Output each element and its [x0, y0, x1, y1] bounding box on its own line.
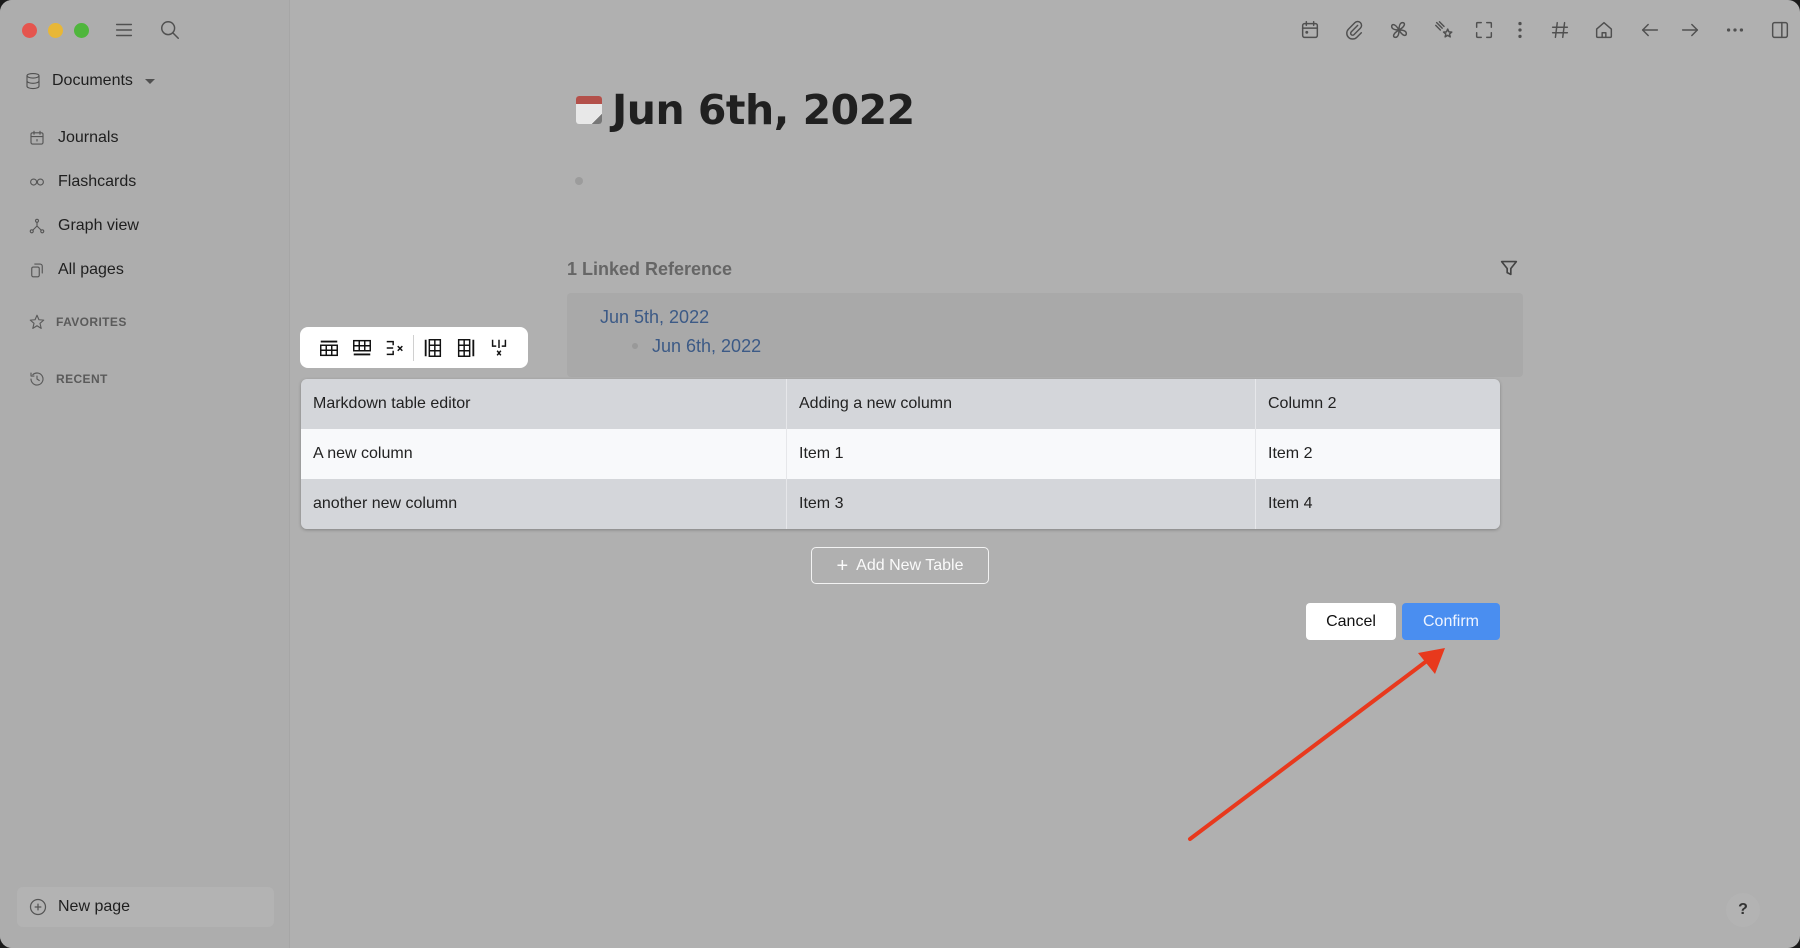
- sidebar-item-label: Flashcards: [58, 173, 137, 190]
- calendar-icon: [30, 130, 44, 145]
- zoom-window-button[interactable]: [74, 23, 89, 38]
- table-editor-toolbar: [300, 327, 528, 368]
- annotation-arrow-shaft: [1188, 658, 1430, 841]
- linked-references-heading[interactable]: 1 Linked Reference: [567, 259, 732, 280]
- insert-column-right-icon: [457, 338, 474, 357]
- fullscreen-icon[interactable]: [1472, 18, 1496, 42]
- app-window: Documents Journals Flashcards Graph view…: [0, 0, 1800, 948]
- page-title-text[interactable]: Jun 6th, 2022: [612, 86, 915, 134]
- linked-reference-item: Jun 5th, 2022 Jun 6th, 2022: [567, 293, 1523, 377]
- table-cell[interactable]: Item 3: [787, 479, 1256, 529]
- minimize-window-button[interactable]: [48, 23, 63, 38]
- reference-parent-link[interactable]: Jun 5th, 2022: [600, 307, 709, 328]
- sidebar-item-flashcards[interactable]: Flashcards: [28, 160, 139, 204]
- arrow-left-icon[interactable]: [1638, 18, 1662, 42]
- table-cell[interactable]: Item 4: [1256, 479, 1500, 529]
- workspace-selector[interactable]: Documents: [24, 72, 155, 90]
- sidebar-item-label: Graph view: [58, 217, 139, 234]
- home-icon[interactable]: [1592, 18, 1616, 42]
- sidebar-item-label: Journals: [58, 129, 119, 146]
- insert-column-right-button[interactable]: [449, 334, 482, 362]
- arrow-right-icon[interactable]: [1678, 18, 1702, 42]
- shooting-star-icon[interactable]: [1432, 18, 1456, 42]
- markdown-table: Markdown table editor Adding a new colum…: [301, 379, 1500, 529]
- sidebar-item-all-pages[interactable]: All pages: [28, 248, 139, 292]
- cancel-button[interactable]: Cancel: [1306, 603, 1396, 640]
- search-icon[interactable]: [158, 18, 182, 42]
- sidebar-item-label: All pages: [58, 261, 124, 278]
- table-cell[interactable]: another new column: [301, 479, 787, 529]
- insert-row-above-icon: [319, 340, 338, 356]
- hash-icon[interactable]: [1548, 18, 1572, 42]
- table-header-cell[interactable]: Column 2: [1256, 379, 1500, 429]
- help-button[interactable]: ?: [1726, 893, 1760, 927]
- page-title: Jun 6th, 2022: [576, 86, 915, 134]
- paperclip-icon[interactable]: [1342, 18, 1366, 42]
- close-window-button[interactable]: [22, 23, 37, 38]
- insert-row-below-icon: [352, 339, 371, 355]
- pinwheel-icon[interactable]: [1387, 18, 1411, 42]
- sidebar-nav: Journals Flashcards Graph view All pages: [28, 116, 139, 292]
- favorites-label: FAVORITES: [56, 315, 127, 329]
- favorites-section[interactable]: FAVORITES: [28, 313, 127, 331]
- toolbar-divider: [413, 334, 414, 361]
- table-cell[interactable]: A new column: [301, 429, 787, 479]
- delete-row-icon: [386, 340, 403, 355]
- calendar-emoji-icon: [576, 96, 602, 124]
- add-new-table-label: Add New Table: [856, 556, 964, 574]
- table-cell[interactable]: Item 2: [1256, 429, 1500, 479]
- insert-column-left-button[interactable]: [416, 334, 449, 362]
- window-controls: [22, 23, 89, 38]
- right-sidebar-icon[interactable]: [1768, 18, 1792, 42]
- star-icon: [29, 314, 45, 329]
- annotation-arrow-head: [1418, 648, 1445, 674]
- database-icon: [26, 72, 40, 90]
- filter-icon[interactable]: [1498, 257, 1520, 284]
- insert-row-below-button[interactable]: [345, 334, 378, 362]
- vertical-dots-icon[interactable]: [1508, 18, 1532, 42]
- insert-row-above-button[interactable]: [312, 334, 345, 362]
- table-header-cell[interactable]: Adding a new column: [787, 379, 1256, 429]
- table-row: A new column Item 1 Item 2: [301, 429, 1500, 479]
- infinity-icon: [30, 178, 44, 186]
- sidebar-item-graph-view[interactable]: Graph view: [28, 204, 139, 248]
- bullet-icon: [632, 343, 638, 349]
- new-page-button[interactable]: New page: [17, 887, 274, 927]
- recent-label: RECENT: [56, 372, 108, 386]
- delete-row-button[interactable]: [378, 334, 411, 362]
- graph-icon: [29, 218, 45, 234]
- confirm-button[interactable]: Confirm: [1402, 603, 1500, 640]
- table-header-cell[interactable]: Markdown table editor: [301, 379, 787, 429]
- plus-circle-icon: [29, 898, 47, 916]
- reference-child-link[interactable]: Jun 6th, 2022: [652, 336, 761, 357]
- delete-column-icon: [491, 339, 506, 356]
- plus-icon: +: [836, 554, 849, 577]
- menu-icon[interactable]: [112, 18, 136, 42]
- insert-column-left-icon: [424, 338, 441, 357]
- delete-column-button[interactable]: [482, 334, 515, 362]
- new-page-label: New page: [58, 898, 131, 915]
- recent-section[interactable]: RECENT: [28, 370, 108, 388]
- table-row: another new column Item 3 Item 4: [301, 479, 1500, 529]
- history-icon: [30, 372, 44, 386]
- pages-icon: [31, 263, 43, 278]
- table-cell[interactable]: Item 1: [787, 429, 1256, 479]
- workspace-label: Documents: [52, 72, 133, 89]
- left-sidebar: Documents Journals Flashcards Graph view…: [0, 0, 290, 948]
- chevron-down-icon: [144, 78, 155, 84]
- calendar-icon[interactable]: [1298, 18, 1322, 42]
- sidebar-item-journals[interactable]: Journals: [28, 116, 139, 160]
- top-toolbar: [1290, 18, 1800, 42]
- add-new-table-button[interactable]: + Add New Table: [811, 547, 989, 584]
- more-horizontal-icon[interactable]: [1723, 18, 1747, 42]
- empty-block-bullet[interactable]: [575, 177, 583, 185]
- table-header-row: Markdown table editor Adding a new colum…: [301, 379, 1500, 429]
